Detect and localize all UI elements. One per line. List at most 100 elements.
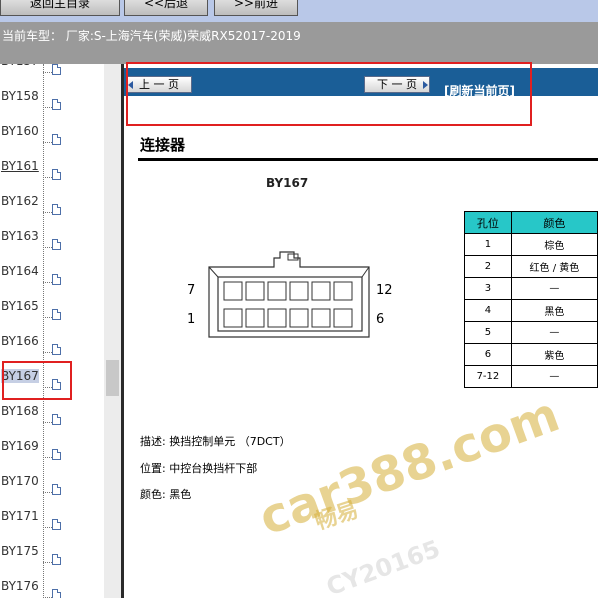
- tree-item-by161[interactable]: BY161: [0, 159, 104, 194]
- tree-branch-line: [43, 177, 52, 178]
- wire-color-cell: 红色 / 黄色: [510, 255, 598, 278]
- connector-pin-cavity: [289, 281, 309, 301]
- wire-color-cell: 黑色: [510, 299, 598, 322]
- connector-pin-cavity: [245, 281, 265, 301]
- table-header-row: 孔位 颜色: [464, 211, 598, 234]
- connector-pin-cavity: [267, 281, 287, 301]
- tree-branch-line: [43, 72, 52, 73]
- connector-pin-cavity: [267, 308, 287, 328]
- forward-button[interactable]: >>前进: [214, 0, 298, 16]
- tree-item-label[interactable]: BY165: [1, 299, 39, 313]
- tree-item-label[interactable]: BY160: [1, 124, 39, 138]
- pin-number-cell: 2: [464, 255, 512, 278]
- pin-number-cell: 4: [464, 299, 512, 322]
- tree-branch-line: [43, 247, 52, 248]
- tree-item-by157[interactable]: BY157: [0, 64, 104, 89]
- tree-item-by163[interactable]: BY163: [0, 229, 104, 264]
- tree-item-by171[interactable]: BY171: [0, 509, 104, 544]
- connector-pin-cavity: [333, 281, 353, 301]
- top-toolbar: 返回主目录 <<后退 >>前进: [0, 0, 598, 22]
- connector-pin-cavity: [311, 308, 331, 328]
- tree-item-label[interactable]: BY157: [1, 64, 39, 68]
- tree-item-label[interactable]: BY163: [1, 229, 39, 243]
- page-icon: [52, 519, 61, 530]
- tree-branch-line: [43, 527, 52, 528]
- pin-number-cell: 6: [464, 343, 512, 366]
- header-color: 颜色: [510, 211, 598, 234]
- tree-branch-line: [43, 282, 52, 283]
- page-icon: [52, 169, 61, 180]
- tree-branch-line: [43, 457, 52, 458]
- nav-highlight-box: [126, 62, 532, 126]
- pin-label-6: 6: [376, 312, 385, 327]
- home-button[interactable]: 返回主目录: [0, 0, 120, 16]
- page-icon: [52, 239, 61, 250]
- tree-item-label[interactable]: BY175: [1, 544, 39, 558]
- connector-color: 颜色: 黑色: [140, 488, 192, 501]
- tree-item-by158[interactable]: BY158: [0, 89, 104, 124]
- page-icon: [52, 484, 61, 495]
- tree-item-label[interactable]: BY171: [1, 509, 39, 523]
- tree-item-by164[interactable]: BY164: [0, 264, 104, 299]
- connector-pin-cavity: [223, 281, 243, 301]
- tree-item-label[interactable]: BY161: [1, 159, 39, 173]
- tree-item-label[interactable]: BY169: [1, 439, 39, 453]
- tree-item-label[interactable]: BY164: [1, 264, 39, 278]
- tree-branch-line: [43, 317, 52, 318]
- watermark-line2: car388.com: [252, 386, 567, 547]
- connector-pin-cavity: [311, 281, 331, 301]
- page-icon: [52, 274, 61, 285]
- table-row: 7-12—: [464, 365, 598, 388]
- tree-branch-line: [43, 352, 52, 353]
- pin-label-12: 12: [376, 283, 393, 298]
- connector-diagram: [208, 251, 370, 338]
- connector-pin-cavity: [245, 308, 265, 328]
- tree-item-by168[interactable]: BY168: [0, 404, 104, 439]
- table-row: 6 紫色: [464, 343, 598, 366]
- page-icon: [52, 134, 61, 145]
- tree-item-by162[interactable]: BY162: [0, 194, 104, 229]
- tree-item-by170[interactable]: BY170: [0, 474, 104, 509]
- page-icon: [52, 309, 61, 320]
- selection-highlight-box: [2, 361, 72, 400]
- tree-item-by175[interactable]: BY175: [0, 544, 104, 579]
- tree-item-label[interactable]: BY170: [1, 474, 39, 488]
- tree-branch-line: [43, 142, 52, 143]
- tree-branch-line: [43, 422, 52, 423]
- table-row: 5—: [464, 321, 598, 344]
- table-row: 4 黑色: [464, 299, 598, 322]
- wire-color-cell: —: [510, 321, 598, 344]
- scrollbar-thumb[interactable]: [106, 360, 119, 396]
- wire-color-cell: 紫色: [510, 343, 598, 366]
- tree-item-by165[interactable]: BY165: [0, 299, 104, 334]
- tree-item-label[interactable]: BY158: [1, 89, 39, 103]
- page-icon: [52, 414, 61, 425]
- wire-color-cell: —: [510, 365, 598, 388]
- tree-item-label[interactable]: BY162: [1, 194, 39, 208]
- back-button[interactable]: <<后退: [124, 0, 208, 16]
- connector-pin-cavity: [223, 308, 243, 328]
- page-icon: [52, 589, 61, 598]
- table-row: 1 棕色: [464, 233, 598, 256]
- page-icon: [52, 554, 61, 565]
- tree-item-label[interactable]: BY176: [1, 579, 39, 593]
- page-icon: [52, 64, 61, 75]
- tree-scrollbar[interactable]: [104, 64, 121, 598]
- connector-location: 位置: 中控台换挡杆下部: [140, 462, 258, 475]
- pin-label-1: 1: [187, 312, 196, 327]
- tree-item-label[interactable]: BY168: [1, 404, 39, 418]
- connector-pin-cavity: [333, 308, 353, 328]
- tree-item-by176[interactable]: BY176: [0, 579, 104, 598]
- wire-color-cell: 棕色: [510, 233, 598, 256]
- section-divider: [138, 158, 598, 161]
- pin-number-cell: 5: [464, 321, 512, 344]
- table-row: 3—: [464, 277, 598, 300]
- current-car-bar: 当前车型： 厂家:S-上海汽车(荣威)荣威RX52017-2019: [0, 22, 598, 64]
- tree-item-by169[interactable]: BY169: [0, 439, 104, 474]
- tree-item-by160[interactable]: BY160: [0, 124, 104, 159]
- tree-item-label[interactable]: BY166: [1, 334, 39, 348]
- page-icon: [52, 204, 61, 215]
- pin-color-table: 孔位 颜色 1 棕色 2 红色 / 黄色 3—4 黑色 5—6 紫色 7-12—: [464, 211, 598, 388]
- pin-number-cell: 7-12: [464, 365, 512, 388]
- page-icon: [52, 99, 61, 110]
